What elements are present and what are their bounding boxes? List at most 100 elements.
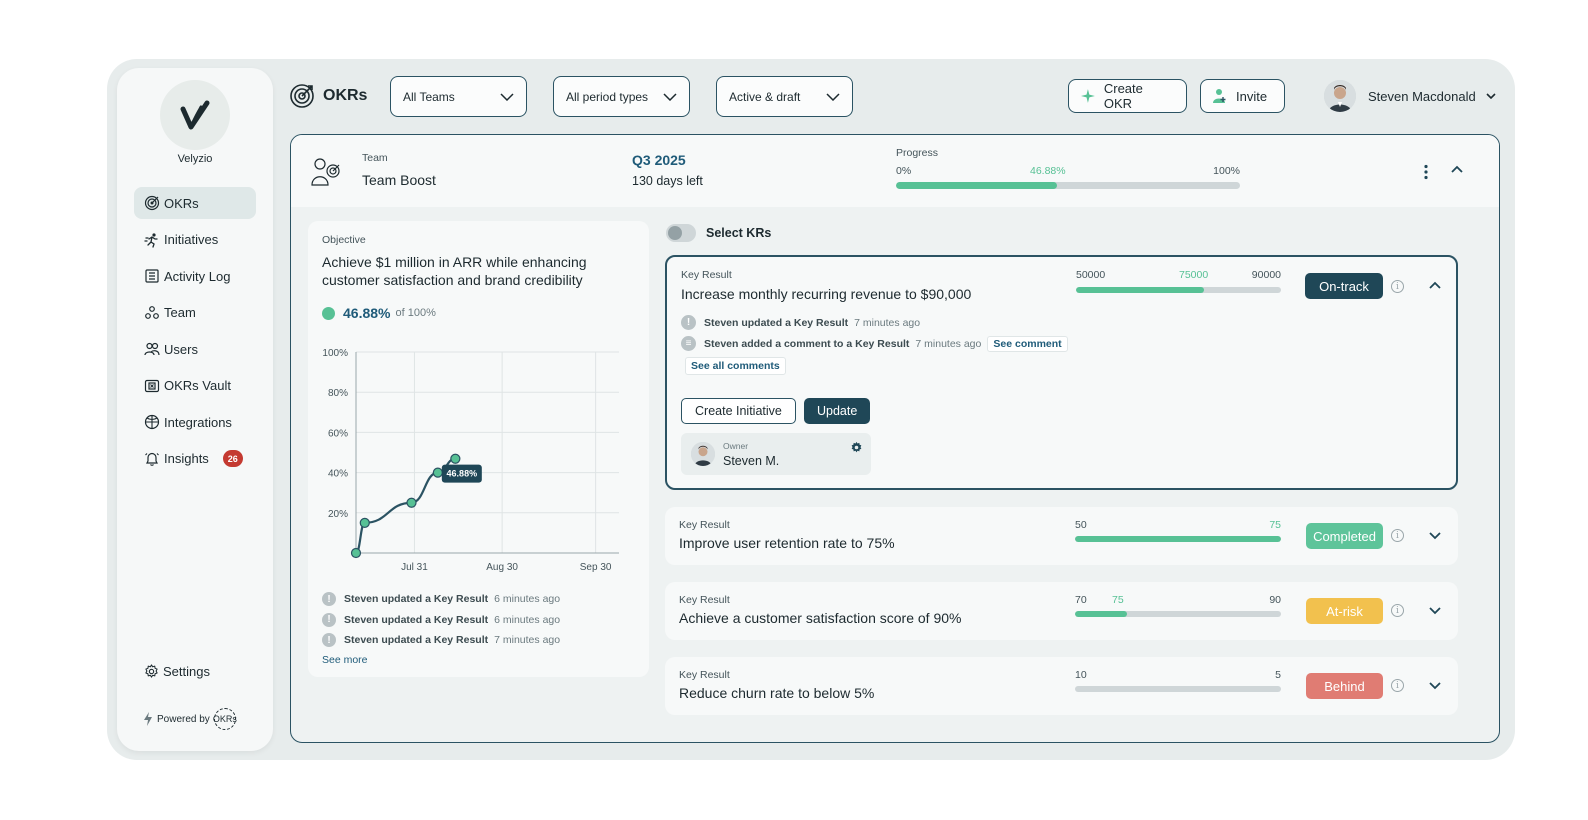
teams-dropdown[interactable]: All Teams — [390, 76, 527, 117]
objective-activity: ! Steven updated a Key Result 6 minutes ag… — [322, 589, 560, 666]
status-badge[interactable]: Completed — [1306, 523, 1383, 549]
kr-range: 10 5 — [1075, 669, 1281, 683]
brand-name: Velyzio — [177, 153, 213, 165]
progress-min: 0% — [896, 165, 912, 177]
key-result-card[interactable]: Key Result Achieve a customer satisfacti… — [665, 582, 1458, 640]
activity-text: Steven updated a Key Result — [344, 593, 489, 606]
key-result-card[interactable]: Key Result Improve user retention rate t… — [665, 507, 1458, 565]
create-initiative-button[interactable]: Create Initiative — [681, 398, 796, 424]
data-point — [350, 547, 362, 559]
kr-start: 50000 — [1076, 269, 1106, 281]
insights-count-badge: 26 — [222, 450, 243, 467]
create-okr-button[interactable]: Create OKR — [1068, 79, 1187, 113]
kr-target: 90 — [1269, 594, 1281, 606]
okrs-target-icon — [290, 84, 314, 108]
info-icon[interactable]: i — [1391, 529, 1404, 542]
sidebar-nav: OKRs Initiatives Activity Log Team Users… — [134, 187, 256, 479]
status-dropdown[interactable]: Active & draft — [716, 76, 853, 117]
update-button[interactable]: Update — [804, 398, 871, 424]
key-result-card: Key Result Increase monthly recurring re… — [665, 255, 1458, 490]
sidebar-item-initiatives[interactable]: Initiatives — [134, 224, 256, 256]
info-icon[interactable]: i — [1391, 679, 1404, 692]
objective-progress-value: 46.88% — [343, 305, 391, 321]
more-options-icon[interactable] — [1423, 164, 1429, 180]
activity-text: Steven updated a Key Result — [704, 316, 849, 329]
activity-item: ! Steven updated a Key Result 6 minutes ag… — [322, 589, 560, 610]
status-dropdown-value: Active & draft — [729, 89, 801, 104]
vault-icon — [144, 379, 160, 392]
chevron-down-icon[interactable] — [1429, 532, 1441, 540]
select-krs-toggle[interactable] — [666, 224, 696, 242]
activity-time: 7 minutes ago — [915, 337, 982, 350]
kr-progress-fill — [1075, 611, 1127, 617]
kr-progress-bar — [1076, 287, 1281, 293]
page-title: OKRs — [289, 83, 367, 109]
progress-current: 46.88% — [1030, 165, 1066, 177]
collapse-chevron-up-icon[interactable] — [1451, 165, 1463, 173]
sidebar-item-label: OKRs Vault — [164, 378, 231, 393]
kr-target: 90000 — [1251, 269, 1281, 281]
sidebar-item-integrations[interactable]: Integrations — [134, 406, 256, 438]
objective-label: Objective — [322, 234, 366, 246]
kr-range: 50000 75000 90000 — [1076, 269, 1281, 283]
kr-title: Reduce churn rate to below 5% — [679, 685, 875, 701]
sidebar-item-activity-log[interactable]: Activity Log — [134, 260, 256, 292]
sidebar-item-insights[interactable]: Insights 26 — [134, 443, 256, 475]
info-icon[interactable]: i — [1391, 280, 1404, 293]
info-icon[interactable]: i — [1391, 604, 1404, 617]
sidebar-item-settings[interactable]: Settings — [144, 664, 210, 679]
status-badge[interactable]: At-risk — [1306, 598, 1383, 624]
team-target-icon — [311, 158, 340, 186]
x-tick-label: Sep 30 — [580, 562, 612, 573]
info-icon: ! — [322, 633, 336, 648]
status-badge[interactable]: On-track — [1305, 273, 1383, 299]
chevron-down-icon[interactable] — [1429, 682, 1441, 690]
kr-start: 70 — [1075, 594, 1087, 606]
key-result-card[interactable]: Key Result Reduce churn rate to below 5%… — [665, 657, 1458, 715]
sidebar-item-label: Insights — [164, 451, 209, 466]
user-menu[interactable]: Steven Macdonald — [1324, 80, 1496, 112]
period-dropdown[interactable]: All period types — [553, 76, 690, 117]
invite-label: Invite — [1236, 88, 1268, 104]
owner-box: Owner Steven M. — [681, 433, 871, 475]
quarter-label: Q3 2025 — [632, 152, 686, 168]
sidebar-item-okrs[interactable]: OKRs — [134, 187, 256, 219]
tooltip-label: 46.88% — [447, 469, 478, 479]
powered-by-label: Powered by — [157, 713, 210, 725]
sidebar-item-users[interactable]: Users — [134, 333, 256, 365]
x-tick-label: Aug 30 — [486, 562, 518, 573]
activity-text: Steven updated a Key Result — [344, 613, 489, 626]
sidebar-item-okrs-vault[interactable]: OKRs Vault — [134, 370, 256, 402]
gear-icon[interactable] — [850, 441, 863, 454]
users-icon — [144, 342, 160, 356]
chevron-up-icon[interactable] — [1429, 281, 1441, 289]
objective-title: Achieve $1 million in ARR while enhancin… — [322, 254, 587, 288]
powered-by-logo: OKRs — [213, 708, 237, 730]
see-all-comments-link[interactable]: See all comments — [685, 357, 786, 375]
sidebar-item-team[interactable]: Team — [134, 297, 256, 329]
invite-button[interactable]: Invite — [1200, 79, 1285, 113]
activity-text: Steven added a comment to a Key Result — [704, 337, 910, 350]
y-tick-label: 80% — [328, 388, 348, 399]
days-left: 130 days left — [632, 174, 703, 188]
team-progress-bar — [896, 182, 1240, 189]
status-badge[interactable]: Behind — [1306, 673, 1383, 699]
user-avatar-icon — [1324, 80, 1356, 112]
see-comment-link[interactable]: See comment — [987, 335, 1068, 352]
kr-activity: ! Steven updated a Key Result 7 minutes ag… — [681, 312, 1068, 354]
progress-max: 100% — [1213, 165, 1240, 177]
see-more-link[interactable]: See more — [322, 654, 560, 666]
kr-start: 10 — [1075, 669, 1087, 681]
team-name: Team Boost — [362, 172, 436, 188]
chevron-down-icon[interactable] — [1429, 607, 1441, 615]
sidebar-item-label: Integrations — [164, 414, 232, 430]
kr-title: Achieve a customer satisfaction score of… — [679, 610, 962, 626]
owner-label: Owner — [723, 441, 749, 451]
select-krs: Select KRs — [666, 224, 771, 242]
activity-time: 6 minutes ago — [494, 613, 561, 626]
owner-name: Steven M. — [723, 454, 780, 468]
activity-text: Steven updated a Key Result — [344, 634, 489, 647]
sidebar-item-label: Initiatives — [164, 232, 219, 247]
kr-label: Key Result — [679, 669, 730, 681]
kr-progress-bar — [1075, 536, 1281, 542]
